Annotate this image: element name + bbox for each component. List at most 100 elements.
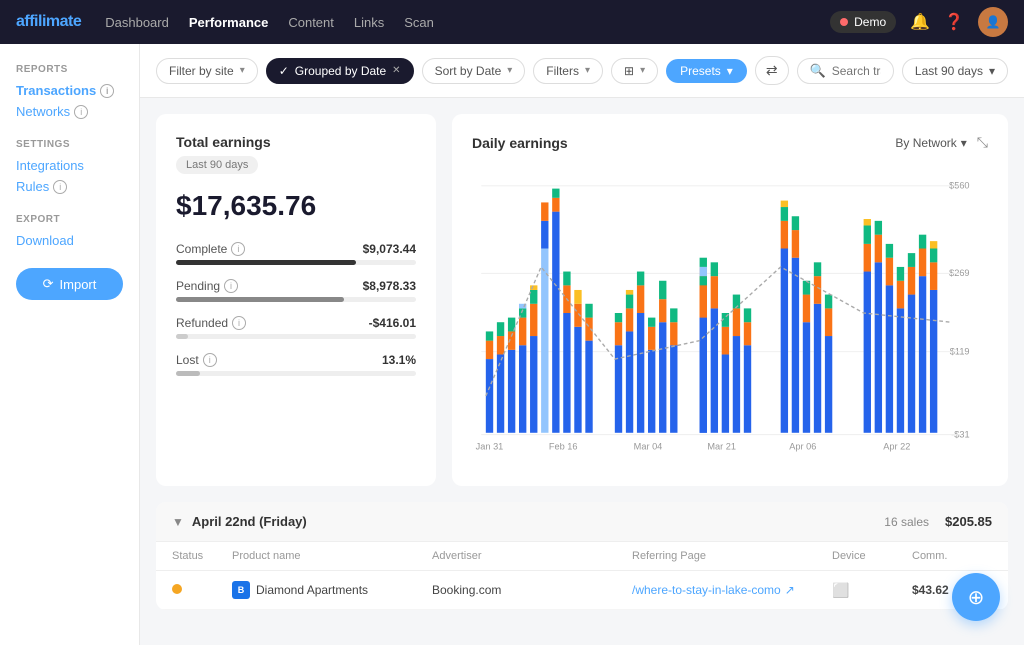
sort-by-date-label: Sort by Date — [435, 64, 502, 78]
chart-wrapper: $560 $269 $119 -$31 — [472, 163, 988, 466]
bell-icon[interactable]: 🔔 — [910, 12, 930, 32]
group-sales-count: 16 sales — [884, 515, 929, 529]
search-icon: 🔍 — [810, 63, 826, 79]
referring-page-text: /where-to-stay-in-lake-como — [632, 583, 781, 597]
adjust-button[interactable]: ⇄ — [755, 56, 789, 85]
sort-chevron: ▾ — [507, 65, 512, 76]
adjust-icon: ⇄ — [766, 62, 778, 78]
complete-info-icon[interactable]: i — [231, 242, 245, 256]
row-referring-page: /where-to-stay-in-lake-como ↗ — [632, 583, 832, 597]
grouped-by-date-close-icon[interactable]: ✕ — [392, 65, 400, 76]
lost-info-icon[interactable]: i — [203, 353, 217, 367]
pending-metric: Pending i $8,978.33 — [176, 279, 416, 302]
search-input[interactable] — [832, 64, 881, 78]
presets-label: Presets — [680, 64, 721, 78]
app-layout: REPORTS Transactions i Networks i SETTIN… — [0, 44, 1024, 645]
pending-info-icon[interactable]: i — [224, 279, 238, 293]
brand-logo[interactable]: affilimate — [16, 13, 81, 31]
import-icon: ⟳ — [43, 276, 54, 292]
settings-section: SETTINGS Integrations Rules i — [16, 139, 123, 194]
presets-button[interactable]: Presets ▾ — [666, 59, 747, 83]
svg-text:Mar 04: Mar 04 — [634, 441, 663, 451]
chart-svg: $560 $269 $119 -$31 — [472, 163, 988, 463]
sidebar-item-networks[interactable]: Networks i — [16, 104, 123, 119]
lost-progress-bg — [176, 371, 416, 376]
filters-button[interactable]: Filters ▾ — [533, 58, 603, 84]
page-content: Total earnings Last 90 days $17,635.76 C… — [140, 98, 1024, 626]
refunded-info-icon[interactable]: i — [232, 316, 246, 330]
grouped-by-date-label: Grouped by Date — [295, 64, 386, 78]
earnings-period: Last 90 days — [176, 156, 258, 174]
filter-by-site-button[interactable]: Filter by site ▾ — [156, 58, 258, 84]
by-network-chevron: ▾ — [961, 136, 967, 150]
sidebar-item-transactions[interactable]: Transactions i — [16, 83, 123, 98]
svg-text:Mar 21: Mar 21 — [707, 441, 736, 451]
refunded-value: -$416.01 — [369, 316, 416, 330]
main-content: Filter by site ▾ ✓ Grouped by Date ✕ Sor… — [140, 44, 1024, 645]
expand-icon[interactable]: ⤡ — [977, 134, 988, 151]
svg-text:Jan 31: Jan 31 — [476, 441, 504, 451]
status-dot-pending — [172, 584, 182, 594]
demo-label: Demo — [854, 15, 886, 29]
filters-label: Filters — [546, 64, 579, 78]
nav-content[interactable]: Content — [288, 15, 334, 30]
total-earnings-value: $17,635.76 — [176, 190, 416, 222]
export-title: EXPORT — [16, 214, 123, 225]
sidebar-item-download[interactable]: Download — [16, 233, 123, 248]
nav-performance[interactable]: Performance — [189, 15, 268, 30]
columns-button[interactable]: ⊞ ▾ — [611, 58, 658, 84]
pending-label: Pending i — [176, 279, 238, 293]
tablet-icon: ⬜ — [832, 582, 849, 598]
settings-title: SETTINGS — [16, 139, 123, 150]
rules-info-icon[interactable]: i — [53, 180, 67, 194]
demo-dot — [840, 18, 848, 26]
total-earnings-card: Total earnings Last 90 days $17,635.76 C… — [156, 114, 436, 486]
networks-info-icon[interactable]: i — [74, 105, 88, 119]
nav-links-item[interactable]: Links — [354, 15, 384, 30]
transactions-info-icon[interactable]: i — [100, 84, 114, 98]
pending-progress-bg — [176, 297, 416, 302]
filters-chevron: ▾ — [585, 65, 590, 76]
lost-progress-fill — [176, 371, 200, 376]
by-network-label: By Network — [895, 136, 956, 150]
col-advertiser: Advertiser — [432, 550, 632, 562]
import-button[interactable]: ⟳ Import — [16, 268, 123, 300]
export-section: EXPORT Download — [16, 214, 123, 248]
lost-metric: Lost i 13.1% — [176, 353, 416, 376]
col-device: Device — [832, 550, 912, 562]
complete-metric: Complete i $9,073.44 — [176, 242, 416, 265]
sidebar-item-rules[interactable]: Rules i — [16, 179, 123, 194]
help-icon[interactable]: ❓ — [944, 12, 964, 32]
demo-badge[interactable]: Demo — [830, 11, 896, 33]
user-avatar[interactable]: 👤 — [978, 7, 1008, 37]
presets-chevron: ▾ — [727, 64, 733, 78]
sidebar-item-integrations[interactable]: Integrations — [16, 158, 123, 173]
nav-dashboard[interactable]: Dashboard — [105, 15, 169, 30]
refunded-metric: Refunded i -$416.01 — [176, 316, 416, 339]
chart-controls: By Network ▾ ⤡ — [895, 134, 988, 151]
chart-title: Daily earnings — [472, 135, 568, 151]
help-fab[interactable]: ⊕ — [952, 573, 1000, 621]
sort-by-date-button[interactable]: Sort by Date ▾ — [422, 58, 526, 84]
by-network-button[interactable]: By Network ▾ — [895, 136, 966, 150]
toolbar: Filter by site ▾ ✓ Grouped by Date ✕ Sor… — [140, 44, 1024, 98]
group-header[interactable]: ▼ April 22nd (Friday) 16 sales $205.85 — [156, 502, 1008, 542]
date-range-button[interactable]: Last 90 days ▾ — [902, 58, 1008, 84]
row-status — [172, 583, 232, 597]
reports-title: REPORTS — [16, 64, 123, 75]
referring-link[interactable]: /where-to-stay-in-lake-como ↗ — [632, 583, 832, 597]
product-icon-booking: B — [232, 581, 250, 599]
columns-chevron: ▾ — [640, 65, 645, 76]
nav-links: Dashboard Performance Content Links Scan — [105, 15, 806, 30]
filter-site-label: Filter by site — [169, 64, 234, 78]
table-header: Status Product name Advertiser Referring… — [156, 542, 1008, 571]
refunded-label: Refunded i — [176, 316, 246, 330]
svg-text:Feb 16: Feb 16 — [549, 441, 578, 451]
lost-label: Lost i — [176, 353, 217, 367]
pending-value: $8,978.33 — [363, 279, 416, 293]
pending-progress-fill — [176, 297, 344, 302]
grouped-by-date-button[interactable]: ✓ Grouped by Date ✕ — [266, 58, 414, 84]
nav-scan[interactable]: Scan — [404, 15, 434, 30]
cards-row: Total earnings Last 90 days $17,635.76 C… — [156, 114, 1008, 486]
chart-card: Daily earnings By Network ▾ ⤡ $560 — [452, 114, 1008, 486]
